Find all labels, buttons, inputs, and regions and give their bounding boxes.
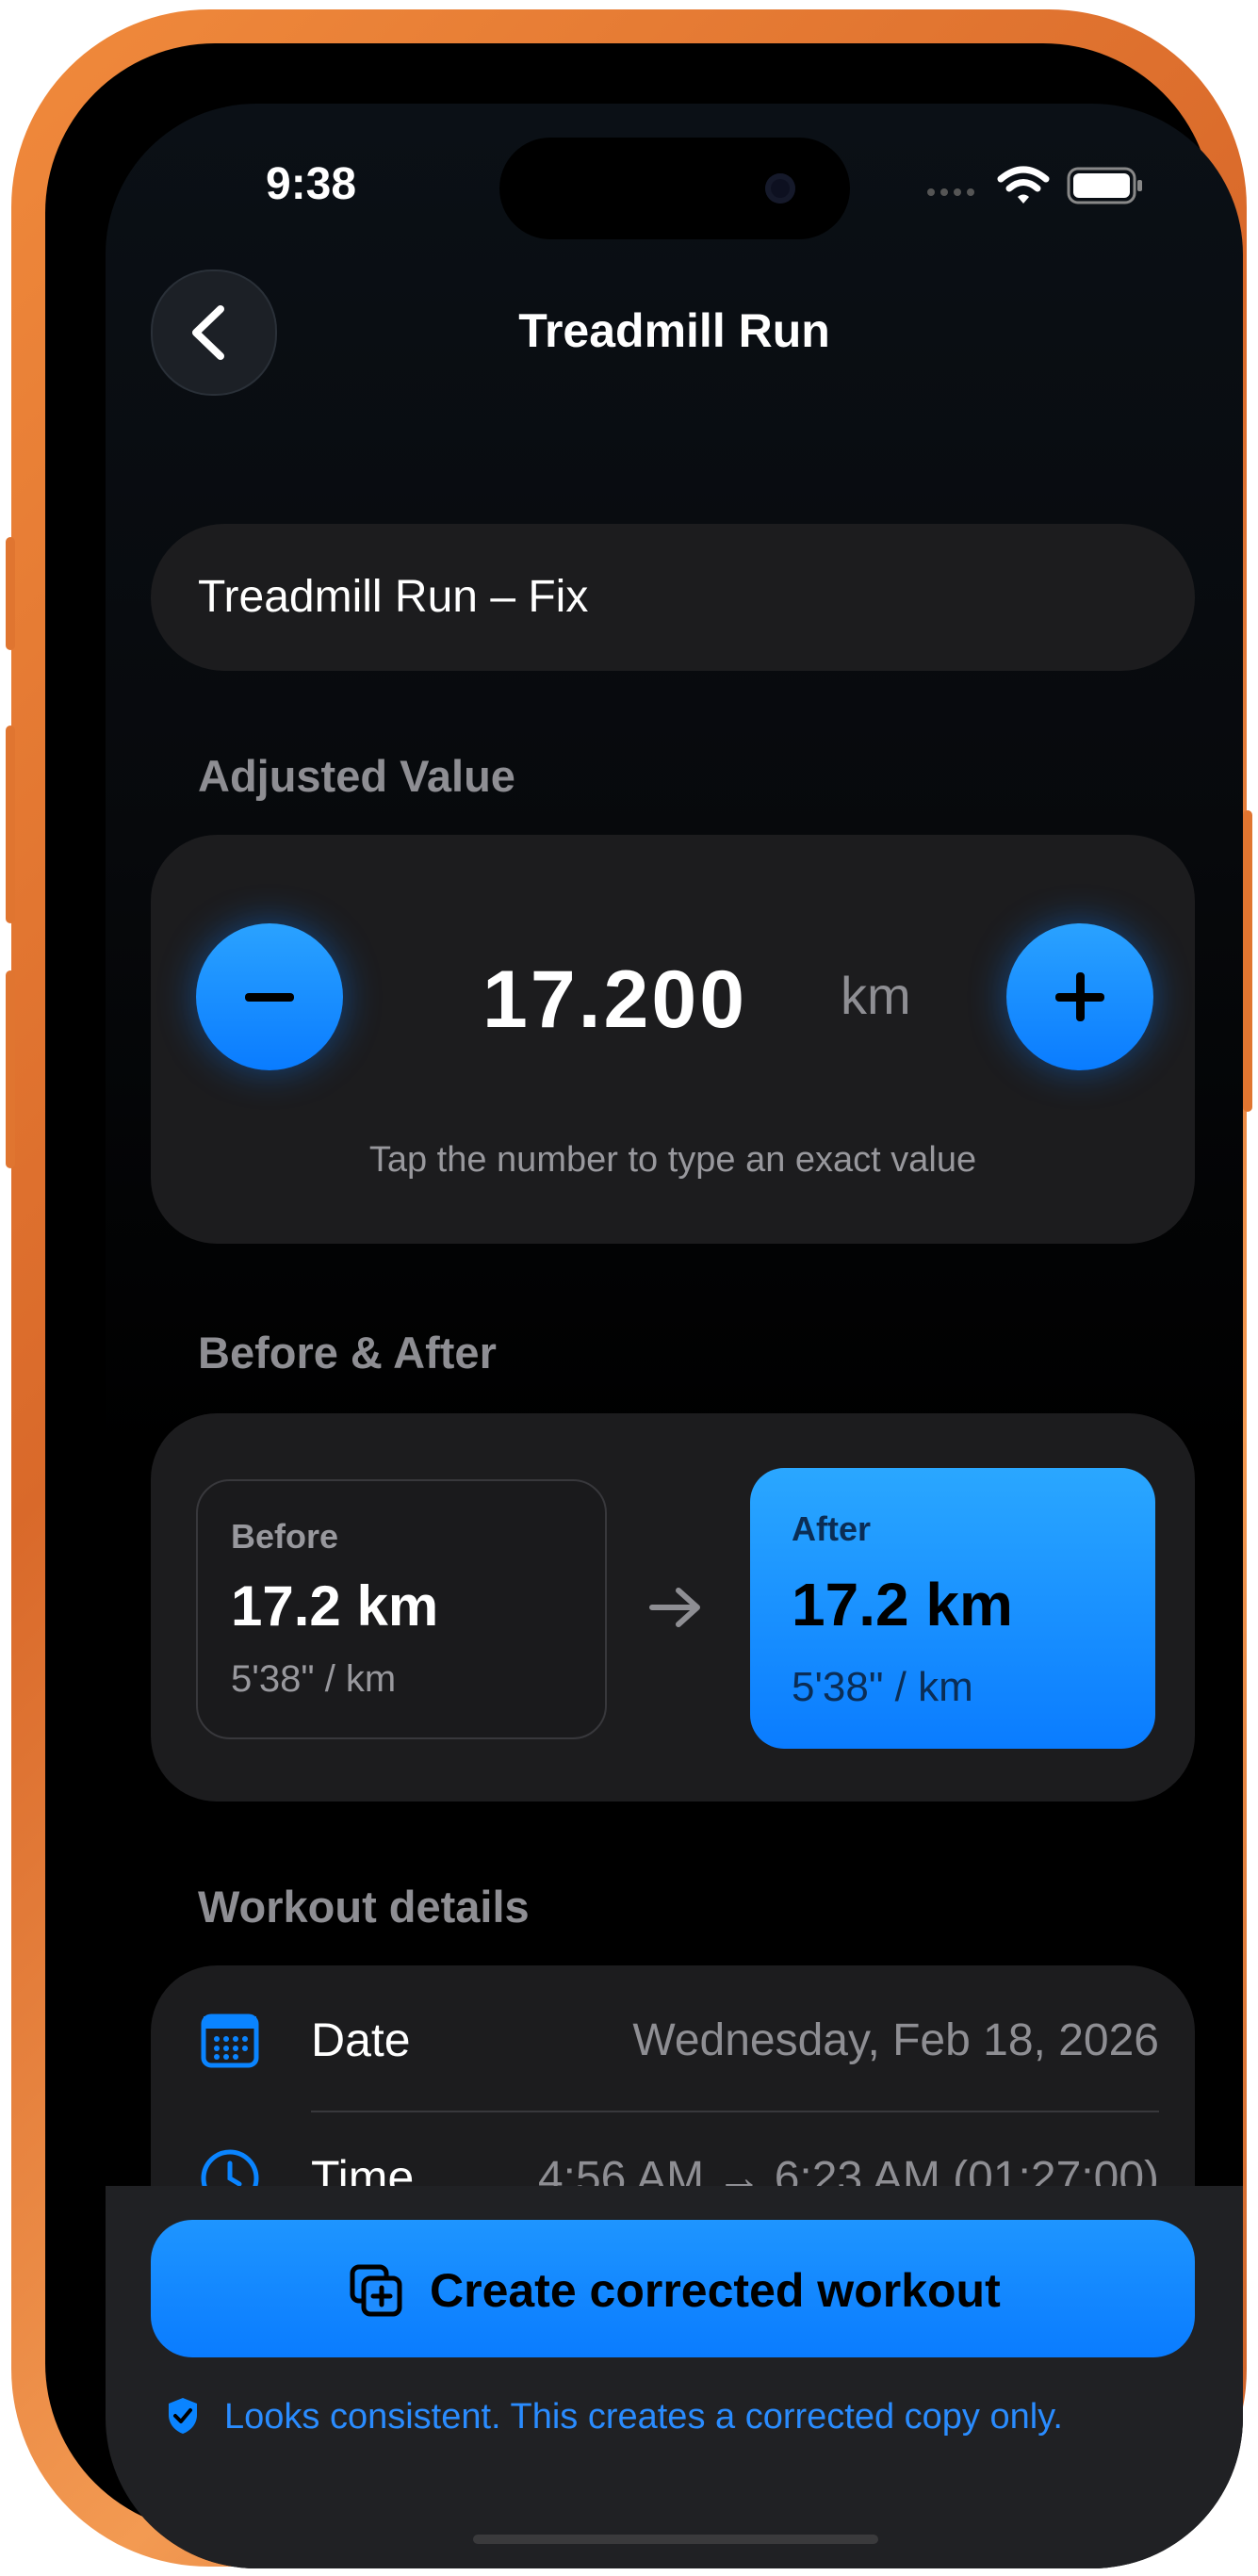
side-button: [1243, 810, 1252, 1112]
calendar-icon: [201, 2014, 259, 2068]
consistency-note: Looks consistent. This creates a correct…: [224, 2397, 1063, 2437]
increment-button[interactable]: [1006, 923, 1153, 1070]
after-pace: 5'38" / km: [792, 1664, 973, 1710]
section-title-before-after: Before & After: [198, 1328, 497, 1378]
after-label: After: [792, 1509, 872, 1548]
section-title-adjusted: Adjusted Value: [198, 751, 515, 801]
adjusted-value-hint: Tap the number to type an exact value: [368, 1140, 977, 1180]
detail-label-date: Date: [311, 2014, 411, 2066]
dynamic-island: [499, 138, 850, 239]
volume-down-button: [6, 970, 15, 1168]
shield-check-icon: [169, 2398, 197, 2434]
section-title-details: Workout details: [198, 1882, 530, 1932]
bezel: 9:38 Treadmill Run Treadmill Run – Fix A…: [45, 43, 1243, 2568]
detail-value-date[interactable]: Wednesday, Feb 18, 2026: [501, 2014, 1159, 2066]
screen: 9:38 Treadmill Run Treadmill Run – Fix A…: [106, 104, 1243, 2568]
create-corrected-workout-label[interactable]: Create corrected workout: [430, 2263, 1001, 2318]
before-distance: 17.2 km: [231, 1574, 439, 1638]
phone-frame: 9:38 Treadmill Run Treadmill Run – Fix A…: [6, 9, 1252, 2568]
after-distance: 17.2 km: [792, 1571, 1013, 1639]
details-divider: [311, 2111, 1159, 2112]
volume-up-button: [6, 726, 15, 923]
adjusted-value-number[interactable]: 17.200: [482, 954, 747, 1047]
duplicate-plus-icon: [350, 2264, 402, 2317]
status-time: 9:38: [266, 159, 357, 209]
arrow-right-icon: [649, 1588, 700, 1627]
cellular-signal-icon: [927, 188, 974, 196]
workout-name-value[interactable]: Treadmill Run – Fix: [198, 571, 588, 623]
wifi-icon: [997, 166, 1050, 204]
camera-lens: [765, 173, 795, 204]
battery-icon: [1067, 167, 1142, 204]
adjusted-value-unit: km: [841, 966, 911, 1025]
plus-icon: [1055, 972, 1104, 1021]
decrement-button[interactable]: [196, 923, 343, 1070]
home-indicator[interactable]: [473, 2535, 878, 2544]
minus-icon: [245, 993, 294, 1002]
before-label: Before: [231, 1517, 339, 1556]
action-button: [6, 537, 15, 650]
page-title: Treadmill Run: [518, 304, 830, 357]
before-pace: 5'38" / km: [231, 1658, 397, 1700]
